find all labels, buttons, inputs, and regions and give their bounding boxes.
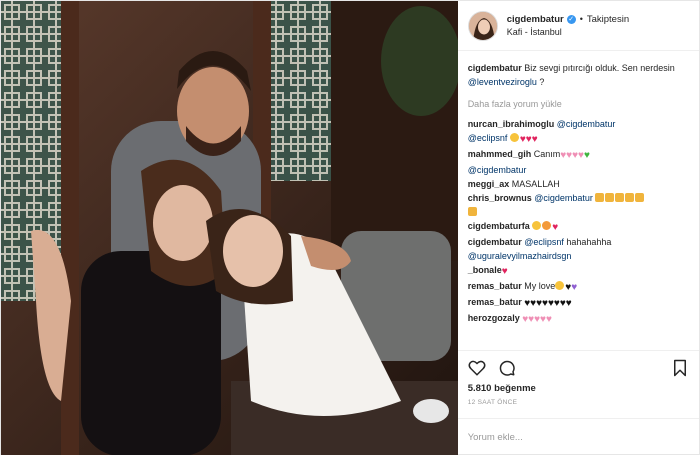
clap-emoji-icon xyxy=(595,193,605,202)
comment-mention[interactable]: @eclipsnf xyxy=(524,237,564,247)
post-side-panel: cigdembatur ✓ • Takiptesin Kafi - İstanb… xyxy=(457,1,699,455)
red-heart-icon: ♥ xyxy=(501,266,508,277)
post-caption: cigdembatur Biz sevgi pıtırcığı olduk. S… xyxy=(468,61,689,89)
comment-item: cigdembatur @eclipsnf hahahahha @ugurale… xyxy=(468,235,689,263)
comment-username[interactable]: remas_batur xyxy=(468,281,522,291)
comment-username[interactable]: nurcan_ibrahimoglu xyxy=(468,119,555,129)
comment-mention[interactable]: @cigdembatur xyxy=(468,165,527,175)
header-row: cigdembatur ✓ • Takiptesin xyxy=(507,13,629,26)
comment-text: hahahahha xyxy=(566,237,612,247)
post-photo[interactable] xyxy=(1,1,458,455)
comments-list[interactable]: cigdembatur Biz sevgi pıtırcığı olduk. S… xyxy=(458,51,699,350)
post-header: cigdembatur ✓ • Takiptesin Kafi - İstanb… xyxy=(457,1,699,51)
header-username[interactable]: cigdembatur xyxy=(507,13,564,26)
avatar[interactable] xyxy=(467,10,498,41)
red-heart-icon: ♥ xyxy=(531,134,538,145)
clap-emoji-icon xyxy=(467,207,477,216)
load-more-comments[interactable]: Daha fazla yorum yükle xyxy=(468,97,689,111)
comment-text: My love xyxy=(524,281,556,291)
post-location[interactable]: Kafi - İstanbul xyxy=(507,26,629,39)
comment-item: nurcan_ibrahimoglu @cigdembatur @eclipsn… xyxy=(468,117,689,147)
comment-item: remas_batur My love ♥♥ xyxy=(468,279,689,295)
comment-item: cigdembaturfa ♥ xyxy=(468,219,689,235)
comment-item: meggi_ax MASALLAH xyxy=(468,177,689,191)
comment-username[interactable]: mahmmed_gih xyxy=(468,149,532,159)
smile-emoji-icon xyxy=(532,221,542,230)
follow-status[interactable]: Takiptesin xyxy=(587,13,629,26)
bookmark-icon[interactable] xyxy=(671,359,689,377)
purple-heart-icon: ♥ xyxy=(571,282,578,293)
avatar-image xyxy=(468,11,497,40)
comment-username[interactable]: cigdembaturfa xyxy=(468,221,530,231)
heart-outline-icon[interactable] xyxy=(468,359,486,377)
add-comment-input[interactable] xyxy=(467,432,689,443)
caption-mention[interactable]: @leventveziroglu xyxy=(468,77,537,87)
comment-username[interactable]: _bonale xyxy=(468,265,502,275)
action-icons xyxy=(468,357,689,379)
post-timestamp[interactable]: 12 SAAT ÖNCE xyxy=(468,399,689,406)
green-heart-icon: ♥ xyxy=(583,150,590,161)
comment-username[interactable]: meggi_ax xyxy=(468,179,510,189)
clap-emoji-icon xyxy=(625,193,635,202)
comment-item: _bonale♥ xyxy=(468,263,689,279)
comment-mention[interactable]: @uguralevyilmazhairdsgn xyxy=(468,251,572,261)
photo-illustration xyxy=(1,1,458,455)
smile-emoji-icon xyxy=(509,133,519,142)
caption-username[interactable]: cigdembatur xyxy=(468,63,522,73)
instagram-post: cigdembatur ✓ • Takiptesin Kafi - İstanb… xyxy=(0,0,700,455)
clap-emoji-icon xyxy=(615,193,625,202)
comment-mention[interactable]: @cigdembatur xyxy=(534,193,593,203)
clap-emoji-icon xyxy=(635,193,645,202)
comment-bubble-icon[interactable] xyxy=(498,359,516,377)
smile-emoji-icon xyxy=(542,221,552,230)
post-actions: 5.810 beğenme 12 SAAT ÖNCE xyxy=(457,350,699,418)
comment-username[interactable]: cigdembatur xyxy=(468,237,522,247)
pink-heart-icon: ♥♥♥♥♥ xyxy=(522,314,552,325)
red-heart-icon: ♥ xyxy=(552,222,559,233)
header-separator: • xyxy=(579,13,583,24)
comment-username[interactable]: chris_brownus xyxy=(468,193,532,203)
caption-text: Biz sevgi pıtırcığı olduk. Sen nerdesin xyxy=(524,63,675,73)
smile-emoji-icon xyxy=(555,281,565,290)
comment-item: herozgozaly ♥♥♥♥♥ xyxy=(468,311,689,327)
comment-item: chris_brownus @cigdembatur xyxy=(467,191,689,219)
black-heart-icon: ♥♥♥♥♥♥♥♥ xyxy=(524,298,572,309)
likes-count[interactable]: 5.810 beğenme xyxy=(468,383,689,394)
verified-badge-icon: ✓ xyxy=(566,14,576,24)
comment-item: mahmmed_gih Canım♥♥♥♥♥ @cigdembatur xyxy=(468,147,689,177)
header-text: cigdembatur ✓ • Takiptesin Kafi - İstanb… xyxy=(507,13,629,39)
comment-mention[interactable]: @eclipsnf xyxy=(468,133,508,143)
comment-text: MASALLAH xyxy=(511,179,560,189)
comment-item: remas_batur ♥♥♥♥♥♥♥♥ xyxy=(468,295,689,311)
add-comment-bar xyxy=(457,418,699,455)
clap-emoji-icon xyxy=(605,193,615,202)
comment-text: Canım xyxy=(533,149,561,159)
comment-mention[interactable]: @cigdembatur xyxy=(557,119,616,129)
comment-username[interactable]: herozgozaly xyxy=(468,313,520,323)
comment-username[interactable]: remas_batur xyxy=(468,297,522,307)
caption-suffix: ? xyxy=(536,77,545,87)
